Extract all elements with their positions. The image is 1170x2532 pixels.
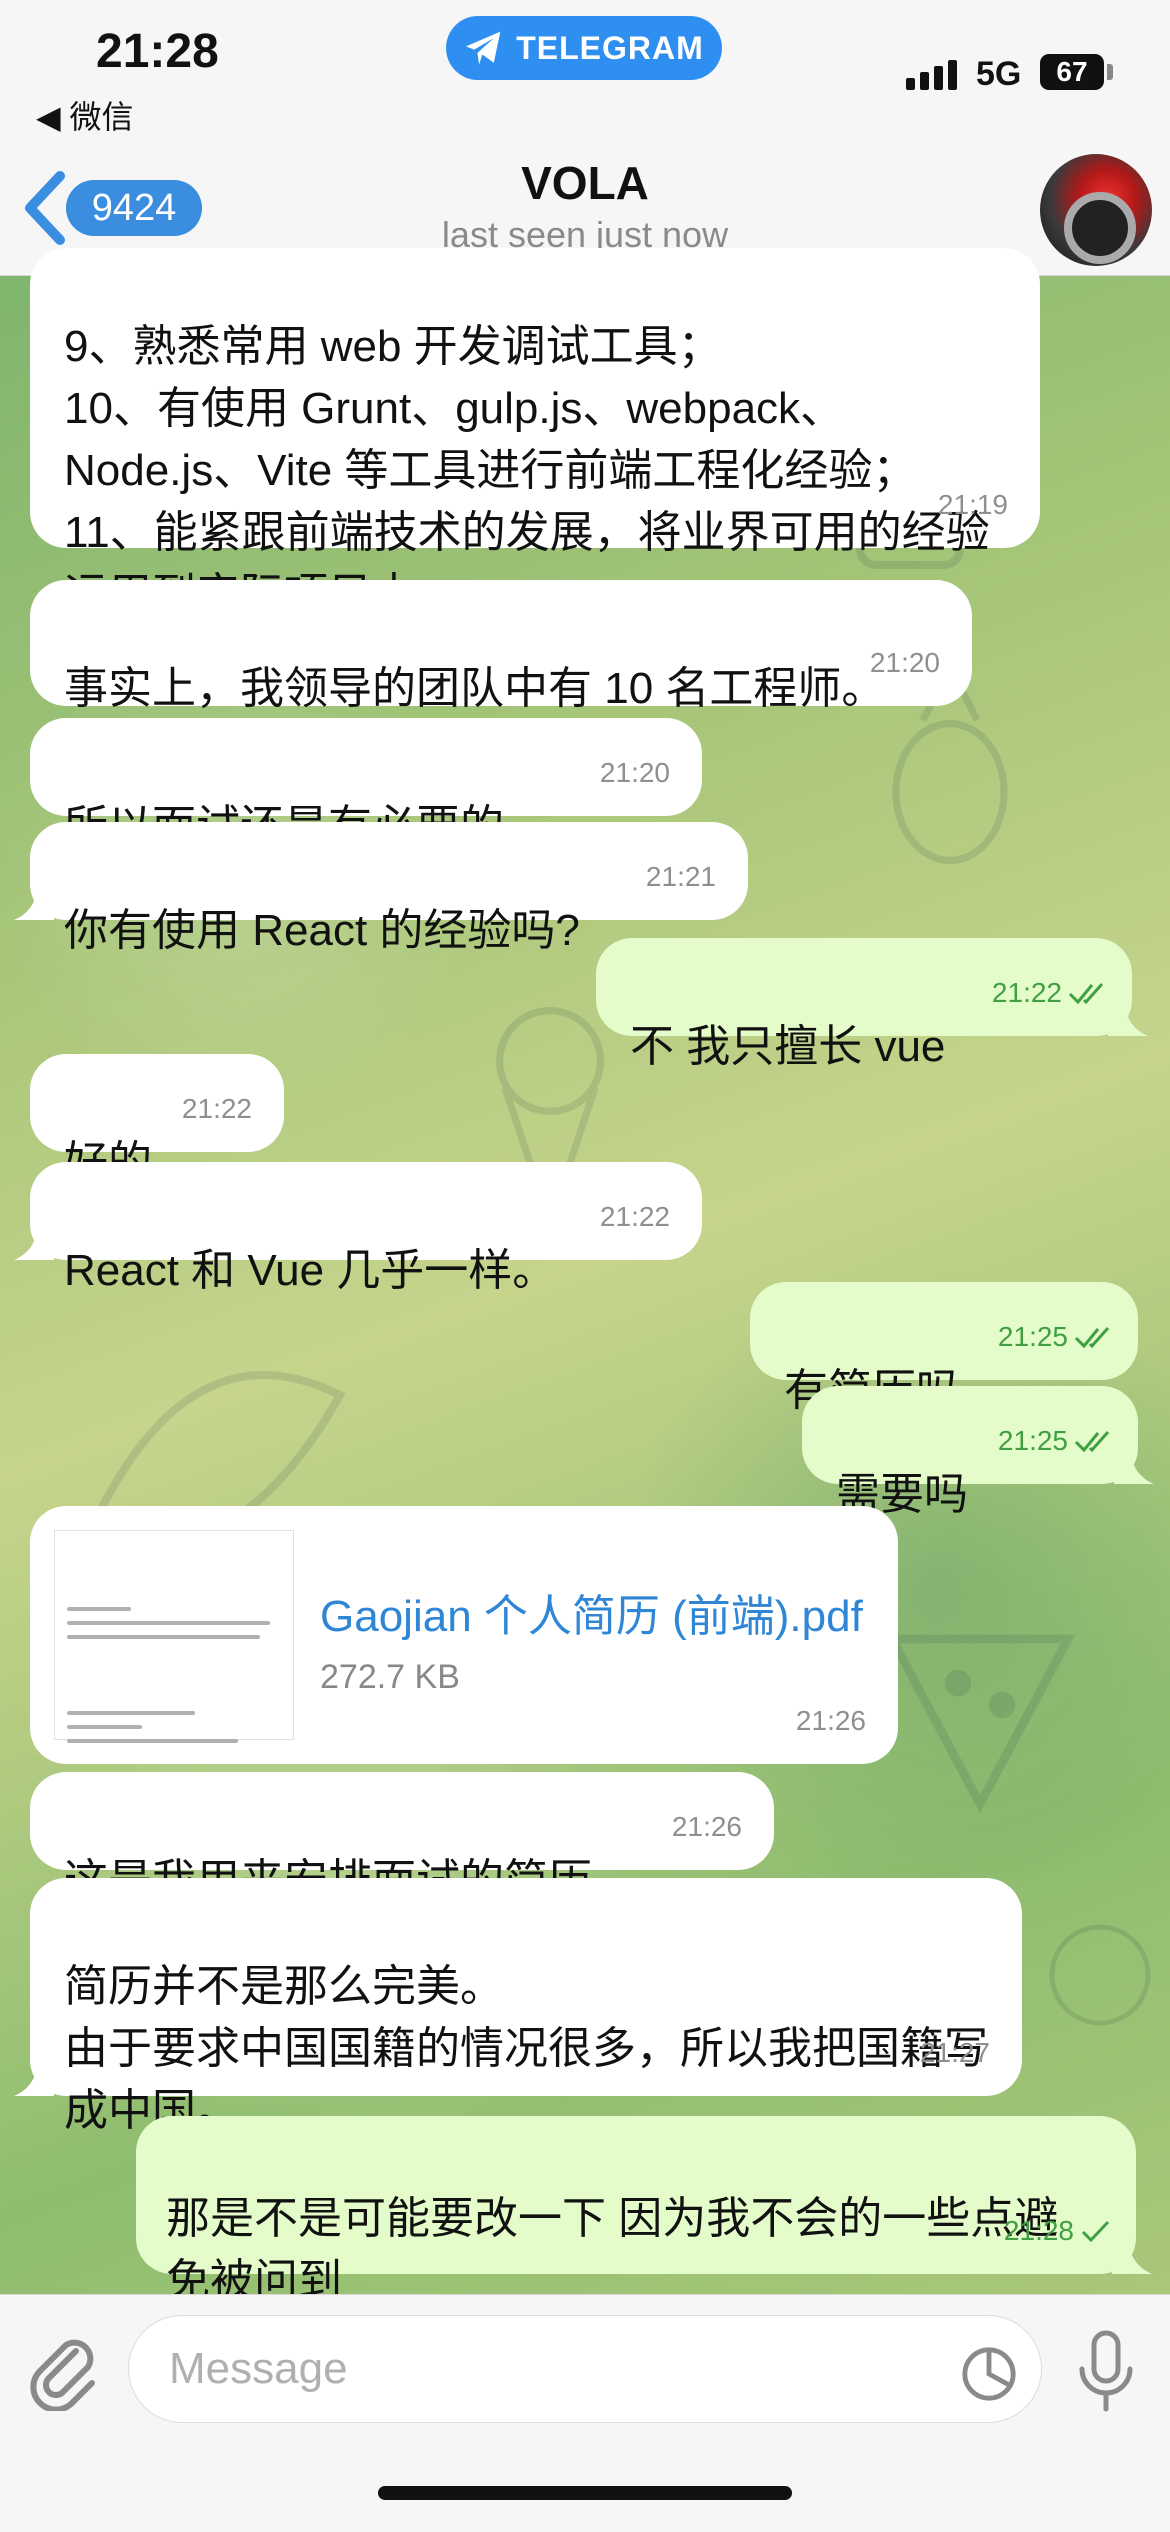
message-outgoing[interactable]: 有简历吗 21:25 — [750, 1282, 1138, 1415]
status-bar: 21:28 ◀ 微信 TELEGRAM 5G 67 — [0, 0, 1170, 160]
message-incoming[interactable]: 好的 21:22 — [30, 1054, 284, 1187]
message-text: 你有使用 React 的经验吗? — [64, 906, 580, 955]
message-text: 事实上，我领导的团队中有 10 名工程师。 — [64, 664, 886, 713]
telegram-label: TELEGRAM — [516, 29, 704, 66]
message-text: React 和 Vue 几乎一样。 — [64, 1246, 557, 1295]
bubble-tail — [14, 880, 54, 920]
telegram-plane-icon — [466, 31, 501, 65]
message-time: 21:20 — [599, 757, 670, 788]
pdf-thumbnail[interactable] — [54, 1530, 294, 1923]
battery-icon: 67 — [1040, 54, 1104, 90]
file-message[interactable]: Gaojian 个人简历 (前端).pdf 272.7 KB 21:26 — [30, 1506, 898, 1923]
message-text: 9、熟悉常用 web 开发调试工具； 10、有使用 Grunt、gulp.js、… — [64, 322, 990, 619]
message-status: 21:25 — [998, 1410, 1114, 1472]
message-time: 21:26 — [795, 1705, 866, 1736]
message-text: 那是不是可能要改一下 因为我不会的一些点避免被问到 — [166, 2194, 1059, 2305]
home-indicator[interactable] — [378, 2486, 792, 2500]
network-type: 5G — [976, 55, 1022, 93]
double-check-icon — [1074, 1327, 1110, 1349]
message-time: 21:22 — [181, 1093, 252, 1124]
message-incoming[interactable]: 事实上，我领导的团队中有 10 名工程师。 21:20 — [30, 580, 972, 713]
chat-title[interactable]: VOLA — [0, 156, 1170, 210]
message-outgoing[interactable]: 不 我只擅长 vue 21:22 — [596, 938, 1148, 1071]
message-time: 21:19 — [937, 489, 1008, 520]
sticker-icon[interactable] — [960, 2345, 1018, 2403]
message-time: 21:27 — [919, 2037, 990, 2068]
signal-strength-icon — [906, 60, 957, 90]
file-name[interactable]: Gaojian 个人简历 (前端).pdf — [320, 1586, 863, 1648]
message-time: 21:21 — [645, 861, 716, 892]
message-time: 21:22 — [991, 977, 1062, 1008]
message-incoming[interactable]: 9、熟悉常用 web 开发调试工具； 10、有使用 Grunt、gulp.js、… — [30, 248, 1040, 619]
message-time: 21:25 — [997, 1321, 1068, 1352]
bubble-tail — [14, 2056, 54, 2096]
message-incoming[interactable]: 这是我用来安排面试的简历 21:26 — [30, 1772, 774, 1905]
message-incoming[interactable]: 简历并不是那么完美。 由于要求中国国籍的情况很多，所以我把国籍写成中国。 21:… — [14, 1878, 1022, 2135]
message-status: 21:22 — [992, 962, 1108, 1024]
message-text: 简历并不是那么完美。 由于要求中国国籍的情况很多，所以我把国籍写成中国。 — [64, 1962, 988, 2135]
message-status: 21:25 — [998, 1306, 1114, 1368]
message-list[interactable]: 9、熟悉常用 web 开发调试工具； 10、有使用 Grunt、gulp.js、… — [0, 248, 1170, 2305]
single-check-icon — [1081, 2220, 1110, 2243]
bubble-tail — [1108, 996, 1148, 1036]
paperclip-icon[interactable] — [28, 2331, 100, 2411]
avatar[interactable] — [1040, 154, 1152, 266]
telegram-pill[interactable]: TELEGRAM — [446, 16, 722, 80]
message-incoming[interactable]: 你有使用 React 的经验吗? 21:21 — [14, 822, 748, 955]
status-time: 21:28 — [96, 25, 219, 78]
double-check-icon — [1068, 983, 1104, 1005]
back-to-app-link[interactable]: ◀ 微信 — [36, 92, 134, 138]
microphone-icon[interactable] — [1076, 2329, 1136, 2413]
bubble-tail — [1112, 2234, 1152, 2274]
message-text: 不 我只擅长 vue — [630, 1022, 946, 1071]
battery-cap — [1107, 64, 1113, 80]
message-input[interactable]: Message — [128, 2315, 1042, 2423]
message-time: 21:22 — [599, 1201, 670, 1232]
bubble-tail — [1114, 1444, 1154, 1484]
message-time: 21:28 — [1003, 2215, 1074, 2246]
message-outgoing[interactable]: 那是不是可能要改一下 因为我不会的一些点避免被问到 21:28 — [136, 2116, 1152, 2305]
file-size: 272.7 KB — [320, 1658, 460, 1696]
message-status: 21:28 — [1004, 2200, 1112, 2262]
bubble-tail — [14, 1220, 54, 1260]
double-check-icon — [1074, 1431, 1110, 1453]
message-incoming[interactable]: React 和 Vue 几乎一样。 21:22 — [14, 1162, 702, 1295]
message-incoming[interactable]: 所以面试还是有必要的。 21:20 — [30, 718, 702, 851]
message-time: 21:25 — [997, 1425, 1068, 1456]
message-time: 21:26 — [671, 1811, 742, 1842]
message-time: 21:20 — [869, 647, 940, 678]
message-outgoing[interactable]: 需要吗 21:25 — [802, 1386, 1154, 1519]
